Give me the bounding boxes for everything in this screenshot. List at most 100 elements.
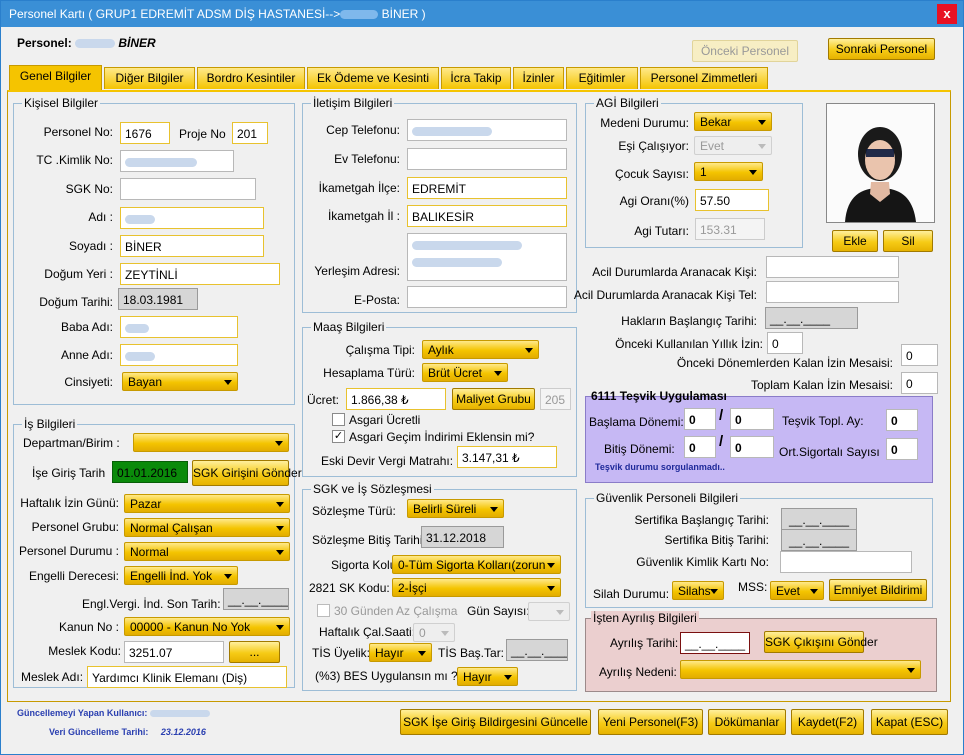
engelli-derecesi-dropdown[interactable]: Engelli İnd. Yok: [124, 566, 238, 585]
maliyet-grubu-button[interactable]: Maliyet Grubu: [452, 388, 535, 410]
photo-ekle-button[interactable]: Ekle: [832, 230, 878, 252]
sk-kodu-dropdown[interactable]: 2-İşçi: [392, 578, 561, 597]
tis-uyelik-dropdown[interactable]: Hayır: [369, 643, 432, 662]
tab-diger-bilgiler[interactable]: Diğer Bilgiler: [104, 67, 195, 89]
agi-eklensin-checkbox[interactable]: ✓: [332, 430, 345, 443]
ikametgah-il-field[interactable]: BALIKESİR: [407, 205, 567, 227]
sertifika-bitis-field[interactable]: __.__.____: [781, 529, 857, 551]
bes-dropdown[interactable]: Hayır: [457, 667, 518, 686]
esi-calisiyor-dropdown[interactable]: Evet: [694, 136, 772, 155]
meslek-kodu-browse-button[interactable]: ...: [229, 641, 280, 663]
proje-no-field[interactable]: 201: [232, 122, 268, 144]
calisma-tipi-dropdown[interactable]: Aylık: [422, 340, 539, 359]
engl-vergi-date-field[interactable]: __.__.____: [223, 588, 289, 610]
haklarin-baslangic-label: Hakların Başlangıç Tarihi:: [621, 314, 757, 328]
previous-personel-button[interactable]: Önceki Personel: [692, 40, 798, 62]
departman-dropdown[interactable]: [133, 433, 289, 452]
yeni-personel-button[interactable]: Yeni Personel(F3): [598, 709, 703, 735]
personel-grubu-dropdown[interactable]: Normal Çalışan: [124, 518, 290, 537]
personel-durumu-dropdown[interactable]: Normal: [124, 542, 290, 561]
tab-genel-bilgiler[interactable]: Genel Bilgiler: [9, 65, 102, 90]
personel-header: Personel: BİNER: [17, 36, 156, 50]
baslama-donemi-ay-field[interactable]: 0: [684, 408, 716, 430]
kaydet-button[interactable]: Kaydet(F2): [791, 709, 864, 735]
dokumanlar-button[interactable]: Dökümanlar: [708, 709, 786, 735]
anne-adi-field[interactable]: [120, 344, 238, 366]
baslama-donemi-yil-field[interactable]: 0: [730, 408, 774, 430]
meslek-adi-field[interactable]: Yardımcı Klinik Elemanı (Diş): [87, 666, 287, 688]
ucret-label: Ücret:: [307, 393, 340, 407]
sgk-no-field[interactable]: [120, 178, 256, 200]
ayrilis-tarihi-field[interactable]: __.__.____: [680, 632, 750, 654]
medeni-durumu-dropdown[interactable]: Bekar: [694, 112, 772, 131]
eposta-field[interactable]: [407, 286, 567, 308]
gun-sayisi-dropdown[interactable]: [528, 602, 570, 621]
kapat-button[interactable]: Kapat (ESC): [871, 709, 948, 735]
ort-sigortali-field[interactable]: 0: [886, 438, 918, 460]
redacted-baba: [125, 324, 149, 334]
cep-telefonu-field[interactable]: [407, 119, 567, 141]
kalan-izin-mesaisi-label: Önceki Dönemlerden Kalan İzin Mesaisi:: [676, 356, 893, 370]
personel-header-label: Personel:: [17, 36, 72, 50]
tab-ek-odeme[interactable]: Ek Ödeme ve Kesinti: [307, 67, 439, 89]
adi-field[interactable]: [120, 207, 264, 229]
ucret-field[interactable]: 1.866,38 ₺: [346, 388, 446, 410]
silah-durumu-dropdown[interactable]: Silahs: [672, 581, 724, 600]
sertifika-baslangic-field[interactable]: __.__.____: [781, 508, 857, 530]
tab-egitimler[interactable]: Eğitimler: [566, 67, 638, 89]
guvenlik-kimlik-field[interactable]: [780, 551, 912, 573]
sgk-cikisini-gonder-button[interactable]: SGK Çıkışını Gönder: [764, 631, 878, 653]
agi-tutari-field[interactable]: 153.31: [695, 218, 765, 240]
ikametgah-ilce-field[interactable]: EDREMİT: [407, 177, 567, 199]
next-personel-button[interactable]: Sonraki Personel: [828, 38, 935, 60]
eski-devir-field[interactable]: 3.147,31 ₺: [457, 446, 557, 468]
haftalik-izin-dropdown[interactable]: Pazar: [124, 494, 290, 513]
bitis-donemi-ay-field[interactable]: 0: [684, 436, 716, 458]
sgk-girisini-gonder-button[interactable]: SGK Girişini Gönder: [192, 460, 302, 486]
onceki-izin-field[interactable]: 0: [767, 332, 803, 354]
toplam-kalan-field[interactable]: 0: [901, 372, 938, 394]
personel-no-field[interactable]: 1676: [120, 122, 170, 144]
bes-label: (%3) BES Uygulansın mı ?: [315, 669, 458, 683]
asgari-ucretli-checkbox[interactable]: [332, 413, 345, 426]
maliyet-kodu-field[interactable]: 205: [540, 388, 571, 410]
sgk-ise-giris-guncelle-button[interactable]: SGK İşe Giriş Bildirgesini Güncelle: [400, 709, 591, 735]
hesaplama-turu-dropdown[interactable]: Brüt Ücret: [422, 363, 508, 382]
close-button[interactable]: x: [937, 4, 957, 24]
tab-personel-zimmetleri[interactable]: Personel Zimmetleri: [640, 67, 768, 89]
cinsiyet-dropdown[interactable]: Bayan: [122, 372, 238, 391]
photo-sil-button[interactable]: Sil: [883, 230, 933, 252]
tc-kimlik-field[interactable]: [120, 150, 234, 172]
sigorta-kolu-dropdown[interactable]: 0-Tüm Sigorta Kolları(zorun: [392, 555, 561, 574]
mss-dropdown[interactable]: Evet: [770, 581, 824, 600]
tab-bordro-kesintiler[interactable]: Bordro Kesintiler: [197, 67, 305, 89]
redacted-tc: [125, 158, 197, 168]
haftalik-izin-label: Haftalık İzin Günü:: [20, 496, 119, 510]
ise-giris-tarihi-field[interactable]: 01.01.2016: [112, 461, 188, 483]
acil-kisi-field[interactable]: [766, 256, 899, 278]
kanun-no-dropdown[interactable]: 00000 - Kanun No Yok: [124, 617, 290, 636]
kalan-izin-mesaisi-field[interactable]: 0: [901, 344, 938, 366]
tab-izinler[interactable]: İzinler: [513, 67, 564, 89]
baba-adi-field[interactable]: [120, 316, 238, 338]
tab-icra-takip[interactable]: İcra Takip: [441, 67, 511, 89]
tesvik-toplam-ay-field[interactable]: 0: [886, 409, 918, 431]
agi-orani-field[interactable]: 57.50: [695, 189, 769, 211]
yerlesim-adresi-field[interactable]: [407, 233, 567, 281]
sozlesme-bitis-field[interactable]: 31.12.2018: [421, 526, 504, 548]
haftalik-calisma-dropdown[interactable]: 0: [413, 623, 455, 642]
soyadi-field[interactable]: BİNER: [120, 235, 264, 257]
haklarin-baslangic-field[interactable]: __.__.____: [765, 307, 858, 329]
ayrilis-nedeni-dropdown[interactable]: [680, 660, 921, 679]
meslek-kodu-field[interactable]: 3251.07: [124, 641, 224, 663]
bitis-donemi-yil-field[interactable]: 0: [730, 436, 774, 458]
tis-baslangic-field[interactable]: __.__.____: [506, 639, 568, 661]
acil-tel-field[interactable]: [766, 281, 899, 303]
dogum-yeri-field[interactable]: ZEYTİNLİ: [120, 263, 280, 285]
cocuk-sayisi-dropdown[interactable]: 1: [694, 162, 763, 181]
ev-telefonu-field[interactable]: [407, 148, 567, 170]
sozlesme-turu-dropdown[interactable]: Belirli Süreli: [407, 499, 504, 518]
otuz-gunden-az-checkbox[interactable]: [317, 604, 330, 617]
dogum-tarihi-field[interactable]: 18.03.1981: [118, 288, 198, 310]
emniyet-bildirimi-button[interactable]: Emniyet Bildirimi: [829, 579, 927, 601]
